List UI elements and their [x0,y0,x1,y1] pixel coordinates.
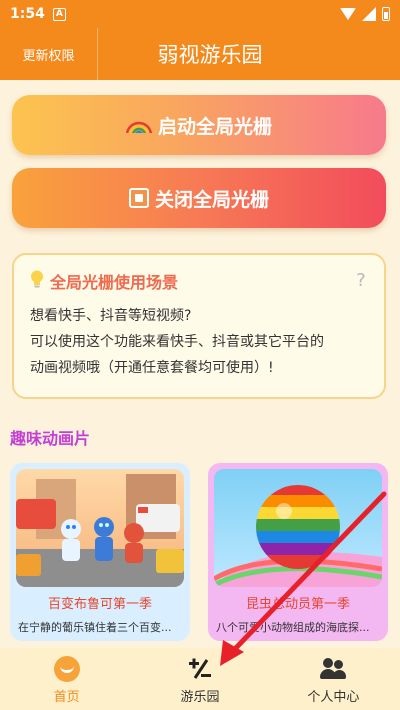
info-body: 想看快手、抖音等短视频? 可以使用这个功能来看快手、抖音或其它平台的 动画视频哦… [30,303,370,381]
cartoon-card[interactable]: 昆虫总动员第一季 八个可爱小动物组成的海底探... [208,463,388,641]
status-bar: 1:54 A [0,0,400,28]
info-line: 动画视频哦（开通任意套餐均可使用）! [30,360,274,376]
info-line: 可以使用这个功能来看快手、抖音或其它平台的 [30,334,324,350]
start-grating-label: 启动全局光栅 [157,115,272,138]
rainbow-icon [125,118,152,133]
cartoon-description: 在宁静的葡乐镇住着三个百变... [18,621,172,634]
signal-icon [362,7,376,21]
status-icons [340,7,390,21]
status-time: 1:54 [10,6,45,22]
usage-info-card: 全局光栅使用场景 ? 想看快手、抖音等短视频? 可以使用这个功能来看快手、抖音或… [12,253,386,399]
lightbulb-icon [30,270,44,293]
question-icon[interactable]: ? [352,272,370,290]
info-line: 想看快手、抖音等短视频? [30,308,192,324]
info-header: 全局光栅使用场景 ? [30,269,370,293]
cartoon-thumbnail [16,469,184,587]
start-grating-button[interactable]: 启动全局光栅 [12,95,386,155]
notification-icon: A [52,7,66,21]
cartoon-title: 百变布鲁可第一季 [47,597,152,612]
people-icon [320,656,347,682]
info-title: 全局光栅使用场景 [50,273,179,292]
section-title: 趣味动画片 [10,429,91,448]
wifi-icon [340,8,356,20]
tab-playground[interactable]: 游乐园 [133,648,266,710]
cartoon-card[interactable]: 百变布鲁可第一季 在宁静的葡乐镇住着三个百变... [10,463,190,641]
calculator-icon [187,656,213,682]
home-icon [53,656,80,682]
update-permission-button[interactable]: 更新权限 [0,28,98,80]
bottom-tab-bar: 首页 游乐园 个人中心 [0,648,400,710]
app-header: 更新权限 弱视游乐园 [0,28,400,80]
cartoon-thumbnail [214,469,382,587]
tab-profile[interactable]: 个人中心 [267,648,400,710]
stop-icon [128,188,149,208]
cartoon-description: 八个可爱小动物组成的海底探... [216,621,370,634]
tab-label: 首页 [53,690,80,705]
stop-grating-label: 关闭全局光栅 [154,188,269,211]
tab-label: 个人中心 [307,690,360,705]
cartoon-title: 昆虫总动员第一季 [245,597,350,612]
stop-grating-button[interactable]: 关闭全局光栅 [12,168,386,228]
tab-home[interactable]: 首页 [0,648,133,710]
tab-label: 游乐园 [180,690,220,705]
battery-icon [382,7,390,21]
